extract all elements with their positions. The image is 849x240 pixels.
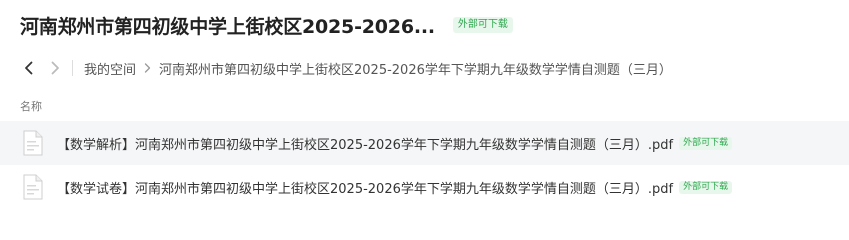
pdf-file-icon — [23, 174, 43, 200]
page-title: 河南郑州市第四初级中学上街校区2025-2026... — [20, 15, 435, 38]
back-button[interactable] — [20, 58, 38, 78]
chevron-right-small-icon — [144, 63, 151, 73]
chevron-left-icon — [25, 61, 33, 75]
pdf-file-icon — [23, 130, 43, 156]
breadcrumb-separator — [144, 63, 151, 73]
file-name[interactable]: 【数学解析】河南郑州市第四初级中学上街校区2025-2026学年下学期九年级数学… — [57, 134, 673, 153]
breadcrumb-separator — [72, 60, 74, 76]
external-download-badge: 外部可下载 — [452, 17, 513, 33]
forward-button[interactable] — [46, 58, 64, 78]
external-download-badge: 外部可下载 — [679, 136, 733, 150]
file-name[interactable]: 【数学试卷】河南郑州市第四初级中学上街校区2025-2026学年下学期九年级数学… — [57, 178, 673, 197]
column-header-name[interactable]: 名称 — [20, 98, 42, 114]
header: 河南郑州市第四初级中学上街校区2025-2026... 外部可下载 — [20, 12, 513, 38]
external-download-badge: 外部可下载 — [679, 180, 733, 194]
breadcrumb-item-current-folder[interactable]: 河南郑州市第四初级中学上街校区2025-2026学年下学期九年级数学学情自测题（… — [159, 59, 672, 78]
chevron-right-icon — [51, 61, 59, 75]
file-row[interactable]: 【数学试卷】河南郑州市第四初级中学上街校区2025-2026学年下学期九年级数学… — [0, 165, 849, 209]
file-row[interactable]: 【数学解析】河南郑州市第四初级中学上街校区2025-2026学年下学期九年级数学… — [0, 121, 849, 165]
breadcrumb-item-my-space[interactable]: 我的空间 — [84, 59, 136, 78]
breadcrumb-bar: 我的空间 河南郑州市第四初级中学上街校区2025-2026学年下学期九年级数学学… — [20, 56, 672, 80]
divider-icon — [72, 60, 73, 76]
